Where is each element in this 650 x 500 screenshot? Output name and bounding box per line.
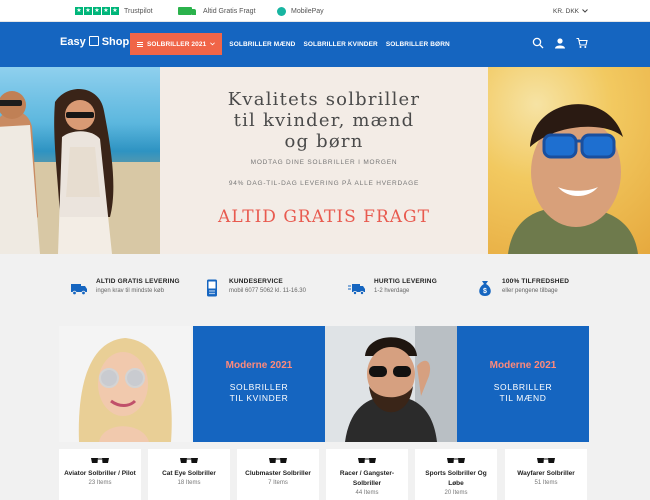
free-shipping-label: Altid Gratis Fragt <box>203 7 256 15</box>
category-name: Wayfarer Solbriller <box>517 470 575 477</box>
banner-man-image[interactable] <box>325 326 457 442</box>
category-count: 7 Items <box>268 480 288 486</box>
category-racer[interactable]: Racer / Gangster-Solbriller 44 Items <box>326 449 408 500</box>
nav-item-solbriller-kvinder[interactable]: SOLBRILLER KVINDER <box>299 33 381 55</box>
sunglasses-icon <box>269 458 287 463</box>
feature-fast-delivery: HURTIG LEVERING 1-2 hverdage <box>348 278 437 297</box>
category-name: Sports Solbriller Og Løbe <box>425 470 487 487</box>
feature-desc: ingen krav til mindste køb <box>96 288 165 294</box>
nav-item-solbriller-boern[interactable]: SOLBRILLER BØRN <box>382 33 454 55</box>
sunglasses-icon <box>358 458 376 463</box>
search-icon[interactable] <box>532 37 544 49</box>
truck-icon <box>178 7 196 15</box>
logo-text-right: Shop <box>101 36 130 48</box>
feature-desc: 1-2 hverdage <box>374 288 410 294</box>
chevron-down-icon <box>582 9 588 13</box>
hero-couple-image <box>0 67 160 254</box>
shopping-bag-icon <box>88 36 99 46</box>
banner-women-2021[interactable]: Moderne 2021 SOLBRILLER TIL KVINDER <box>193 326 325 442</box>
hero-subtitle: MODTAG DINE SOLBRILLER I MORGEN <box>250 159 398 166</box>
category-count: 18 Items <box>177 480 201 486</box>
sunglasses-icon <box>447 458 465 463</box>
mobilepay-badge: MobilePay <box>277 0 324 22</box>
category-count: 44 Items <box>355 490 379 496</box>
banner-subtitle: SOLBRILLER <box>493 382 553 392</box>
hero-subtitle-secondary: 94% DAG-TIL-DAG LEVERING PÅ ALLE HVERDAG… <box>228 180 420 187</box>
currency-selector[interactable]: KR. DKK <box>553 0 588 22</box>
feature-desc[interactable]: mobil 6077 5062 kl. 11-16.30 <box>229 288 306 294</box>
hero-text-panel: Kvalitets solbriller til kvinder, mænd o… <box>160 67 488 254</box>
cart-icon[interactable] <box>576 37 588 49</box>
nav-item-solbriller-2021[interactable]: SOLBRILLER 2021 <box>130 33 223 55</box>
nav-label: SOLBRILLER BØRN <box>385 40 450 48</box>
sunglasses-icon <box>91 458 109 463</box>
banner-woman-image[interactable] <box>59 326 191 442</box>
nav-label: SOLBRILLER 2021 <box>147 40 207 48</box>
site-logo[interactable]: Easy Shop <box>60 36 129 48</box>
hero-title-line: til kvinder, mænd <box>233 110 415 131</box>
category-banners: Moderne 2021 SOLBRILLER TIL KVINDER Mode… <box>59 326 589 442</box>
nav-label: SOLBRILLER MÆND <box>229 40 296 48</box>
nav-item-solbriller-maend[interactable]: SOLBRILLER MÆND <box>225 33 299 55</box>
category-count: 51 Items <box>534 480 558 486</box>
feature-title: KUNDESERVICE <box>229 278 283 285</box>
hero-banner[interactable]: Kvalitets solbriller til kvinder, mænd o… <box>0 67 650 254</box>
mobilepay-icon <box>277 6 286 16</box>
header-actions <box>532 37 588 49</box>
category-name: Cat Eye Solbriller <box>162 470 216 477</box>
currency-label: KR. DKK <box>552 7 579 15</box>
nav-label: SOLBRILLER KVINDER <box>303 40 378 48</box>
banner-subtitle: TIL KVINDER <box>229 393 289 403</box>
feature-title: ALTID GRATIS LEVERING <box>96 278 180 285</box>
banner-title: Moderne 2021 <box>225 360 293 371</box>
trustpilot-label: Trustpilot <box>124 7 153 15</box>
logo-text-left: Easy <box>60 36 86 48</box>
category-name: Clubmaster Solbriller <box>245 470 311 477</box>
feature-satisfaction: $ 100% TILFREDSHED eller pengene tilbage <box>476 278 569 297</box>
banner-title: Moderne 2021 <box>489 360 557 371</box>
banner-subtitle: SOLBRILLER <box>229 382 289 392</box>
category-name: Aviator Solbriller / Pilot <box>64 470 136 477</box>
top-bar: ★ ★ ★ ★ ★ Trustpilot Altid Gratis Fragt Mobi… <box>0 0 650 22</box>
main-nav: SOLBRILLER 2021 SOLBRILLER MÆND SOLBRILL… <box>130 33 454 55</box>
banner-men-2021[interactable]: Moderne 2021 SOLBRILLER TIL MÆND <box>457 326 589 442</box>
mobilepay-label: MobilePay <box>291 7 324 15</box>
sunglasses-icon <box>537 458 555 463</box>
category-wayfarer[interactable]: Wayfarer Solbriller 51 Items <box>505 449 587 500</box>
main-header: Easy Shop SOLBRILLER 2021 SOLBRILLER MÆN… <box>0 22 650 67</box>
user-icon[interactable] <box>554 37 566 49</box>
trustpilot-stars-icon: ★ ★ ★ ★ ★ <box>75 7 119 15</box>
svg-text:$: $ <box>483 288 487 295</box>
trustpilot-badge[interactable]: ★ ★ ★ ★ ★ Trustpilot <box>75 0 153 22</box>
sunglasses-icon <box>180 458 198 463</box>
category-list: Aviator Solbriller / Pilot 23 Items Cat … <box>59 449 589 500</box>
usp-features: ALTID GRATIS LEVERING ingen krav til min… <box>0 254 650 326</box>
category-count: 23 Items <box>88 480 112 486</box>
hero-title-line: Kvalitets solbriller <box>227 89 421 110</box>
category-name: Racer / Gangster-Solbriller <box>339 470 395 487</box>
phone-icon <box>207 279 217 297</box>
category-cat-eye[interactable]: Cat Eye Solbriller 18 Items <box>148 449 230 500</box>
category-aviator[interactable]: Aviator Solbriller / Pilot 23 Items <box>59 449 141 500</box>
banner-subtitle: TIL MÆND <box>499 393 547 403</box>
hero-title: Kvalitets solbriller til kvinder, mænd o… <box>160 89 488 152</box>
hero-boy-image <box>488 67 650 254</box>
feature-customer-service: KUNDESERVICE mobil 6077 5062 kl. 11-16.3… <box>203 278 306 297</box>
truck-icon <box>71 284 87 296</box>
hero-cta-text[interactable]: ALTID GRATIS FRAGT <box>160 207 488 227</box>
feature-title: HURTIG LEVERING <box>374 278 437 285</box>
hero-title-line: og børn <box>284 131 364 152</box>
feature-title: 100% TILFREDSHED <box>502 278 570 285</box>
category-sports[interactable]: Sports Solbriller Og Løbe 20 Items <box>415 449 497 500</box>
feature-desc: eller pengene tilbage <box>502 288 558 294</box>
fast-delivery-icon <box>348 284 365 295</box>
menu-icon <box>137 41 143 47</box>
category-count: 20 Items <box>444 490 468 496</box>
money-bag-icon: $ <box>479 281 491 296</box>
feature-free-delivery: ALTID GRATIS LEVERING ingen krav til min… <box>70 278 180 297</box>
free-shipping-badge: Altid Gratis Fragt <box>178 0 256 22</box>
category-clubmaster[interactable]: Clubmaster Solbriller 7 Items <box>237 449 319 500</box>
chevron-down-icon <box>210 42 216 46</box>
